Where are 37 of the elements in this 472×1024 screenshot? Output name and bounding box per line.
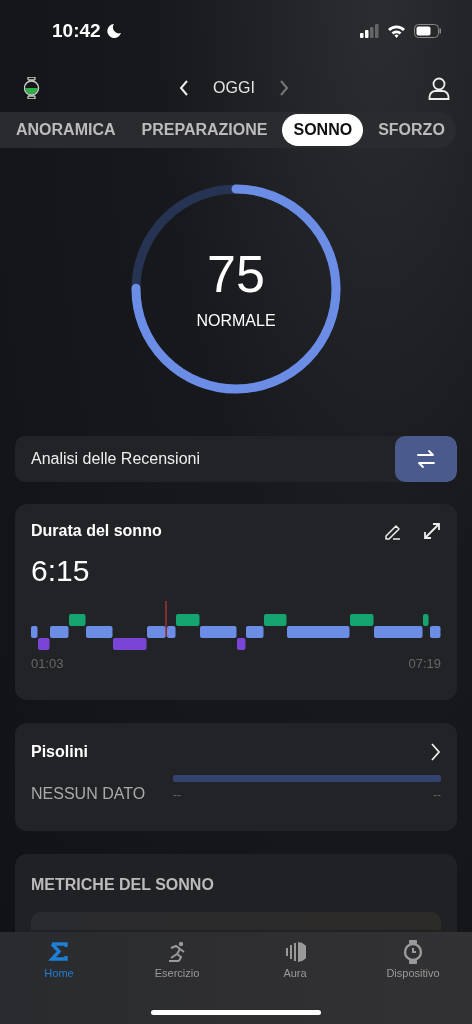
bottom-tab[interactable]: Esercizio xyxy=(127,940,227,979)
swap-icon xyxy=(416,449,436,469)
review-bar[interactable]: Analisi delle Recensioni xyxy=(15,436,457,482)
sleep-duration-value: 6:15 xyxy=(31,554,91,588)
expand-icon[interactable] xyxy=(423,522,441,540)
bottom-tab[interactable]: Aura xyxy=(245,940,345,979)
battery-icon xyxy=(414,24,442,38)
swap-button[interactable] xyxy=(395,436,457,482)
wifi-icon xyxy=(387,24,406,38)
edit-icon[interactable] xyxy=(383,522,401,540)
bars-half-circle-icon xyxy=(284,940,306,964)
watch-icon[interactable] xyxy=(24,77,40,99)
start-label: -- xyxy=(173,788,182,802)
start-time: 01:03 xyxy=(31,656,64,671)
end-time: 07:19 xyxy=(408,656,441,671)
score-rating: NORMALE xyxy=(196,312,276,330)
chevron-left-icon[interactable] xyxy=(179,80,190,96)
section-title: METRICHE DEL SONNO xyxy=(31,876,215,894)
review-label: Analisi delle Recensioni xyxy=(31,450,200,468)
naps-card[interactable]: Pisolini NESSUN DATO -- -- xyxy=(15,723,457,831)
sigma-icon xyxy=(48,940,70,964)
profile-icon[interactable] xyxy=(428,76,450,100)
tab[interactable]: SFORZO xyxy=(367,114,456,146)
tab[interactable]: ANORAMICA xyxy=(0,114,127,146)
end-label: -- xyxy=(433,788,441,802)
sleep-duration-card[interactable]: Durata del sonno 6:15 01:03 07:19 xyxy=(15,504,457,700)
signal-icon xyxy=(360,24,379,38)
no-data-label: NESSUN DATO xyxy=(31,785,146,803)
score-value: 75 xyxy=(207,248,265,300)
watch-icon xyxy=(402,940,424,964)
card-title: Pisolini xyxy=(31,743,88,761)
card-title: Durata del sonno xyxy=(31,522,162,540)
clock-time: 10:42 xyxy=(52,20,101,42)
date-label: OGGI xyxy=(213,79,255,97)
bottom-tab[interactable]: Dispositivo xyxy=(363,940,463,979)
tab[interactable]: PREPARAZIONE xyxy=(130,114,279,146)
tab[interactable]: SONNO xyxy=(282,114,364,146)
